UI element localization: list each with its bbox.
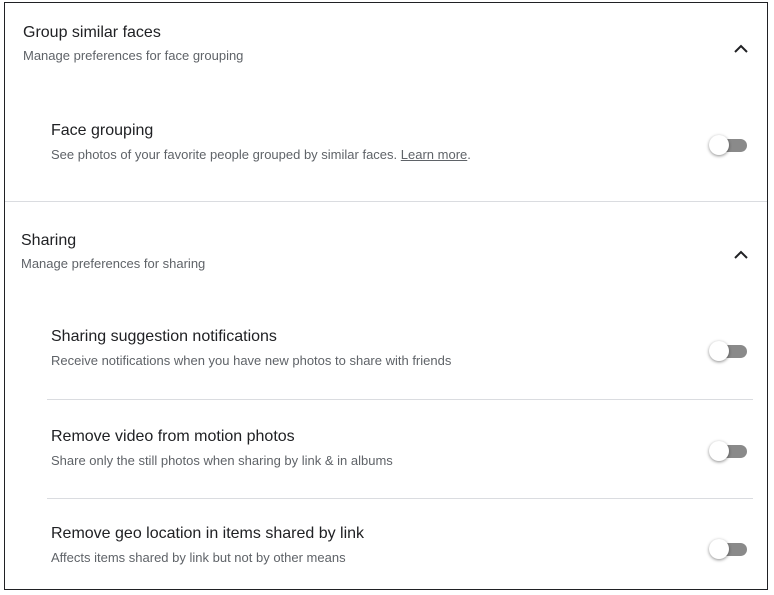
section-title: Group similar faces [23,24,161,41]
setting-description: Affects items shared by link but not by … [51,550,346,565]
section-subtitle: Manage preferences for face grouping [23,48,244,63]
section-header-group-similar-faces: Group similar faces Manage preferences f… [23,23,767,65]
link-suffix: . [467,147,471,162]
toggle-thumb [709,539,729,559]
sharing-suggestion-notifications-toggle[interactable] [709,341,749,361]
toggle-thumb [709,135,729,155]
face-grouping-toggle[interactable] [709,135,749,155]
setting-description: Share only the still photos when sharing… [51,453,393,468]
setting-sharing-suggestion-notifications: Sharing suggestion notifications Receive… [51,327,767,370]
setting-face-grouping: Face grouping See photos of your favorit… [51,121,767,164]
settings-panel: Group similar faces Manage preferences f… [4,2,768,590]
remove-geo-location-toggle[interactable] [709,539,749,559]
setting-divider [47,399,753,400]
chevron-up-icon[interactable] [729,37,753,61]
section-divider [5,201,767,202]
setting-description: See photos of your favorite people group… [51,146,767,164]
setting-remove-geo-location: Remove geo location in items shared by l… [51,524,767,567]
remove-video-toggle[interactable] [709,441,749,461]
description-text: See photos of your favorite people group… [51,147,398,162]
setting-description: Receive notifications when you have new … [51,353,452,368]
setting-title: Face grouping [51,122,154,139]
setting-title: Sharing suggestion notifications [51,328,277,345]
section-header-sharing: Sharing Manage preferences for sharing [21,231,767,273]
toggle-thumb [709,441,729,461]
toggle-thumb [709,341,729,361]
setting-remove-video-from-motion-photos: Remove video from motion photos Share on… [51,427,767,470]
chevron-up-icon[interactable] [729,243,753,267]
setting-divider [47,498,753,499]
setting-title: Remove geo location in items shared by l… [51,525,365,542]
learn-more-link[interactable]: Learn more [401,147,467,162]
setting-title: Remove video from motion photos [51,428,295,445]
section-subtitle: Manage preferences for sharing [21,256,206,271]
section-title: Sharing [21,232,77,249]
